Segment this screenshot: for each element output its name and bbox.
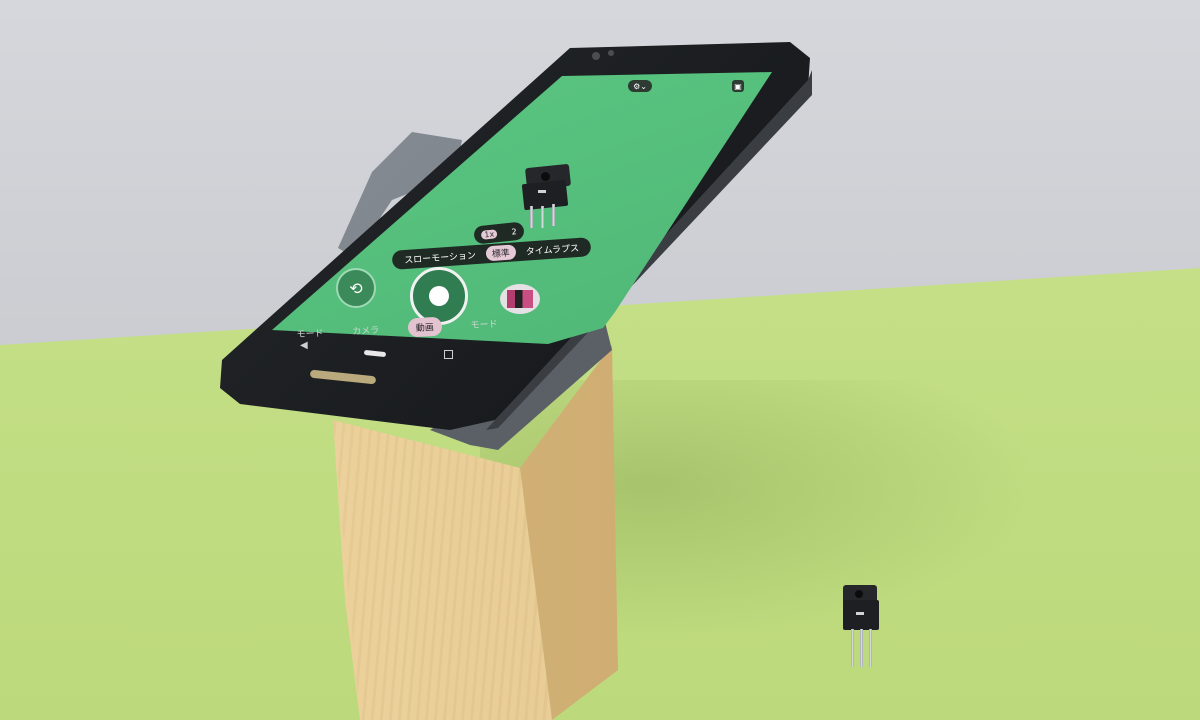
switch-camera-button[interactable]: ⟲: [336, 268, 376, 308]
front-camera-icon: [592, 52, 600, 60]
gallery-icon[interactable]: ▣: [732, 80, 744, 92]
thumbnail-image: [507, 290, 533, 308]
last-photo-thumbnail[interactable]: [500, 284, 540, 314]
mode-tab-left[interactable]: モード: [296, 325, 324, 339]
settings-chevron-icon[interactable]: ⚙⌄: [628, 80, 652, 92]
rotate-icon: ⟲: [349, 278, 363, 298]
recents-icon[interactable]: [444, 350, 453, 359]
speed-slowmotion[interactable]: スローモーション: [398, 247, 483, 268]
speed-standard[interactable]: 標準: [485, 244, 517, 262]
sensor-icon: [608, 50, 614, 56]
photo-scene: ⚙⌄ ▣ 1x 2 スローモーション 標準 タイムラプス ⟲ モード カメラ 動…: [0, 0, 1200, 720]
record-dot-icon: [429, 286, 449, 306]
mode-tab-right[interactable]: モード: [470, 316, 498, 330]
mode-tab-camera[interactable]: カメラ: [352, 322, 380, 336]
mode-tab-video[interactable]: 動画: [407, 316, 443, 337]
zoom-2x[interactable]: 2: [511, 227, 517, 236]
zoom-1x[interactable]: 1x: [480, 228, 498, 240]
speed-timelapse[interactable]: タイムラプス: [519, 239, 585, 259]
back-icon[interactable]: ◀: [300, 340, 308, 351]
